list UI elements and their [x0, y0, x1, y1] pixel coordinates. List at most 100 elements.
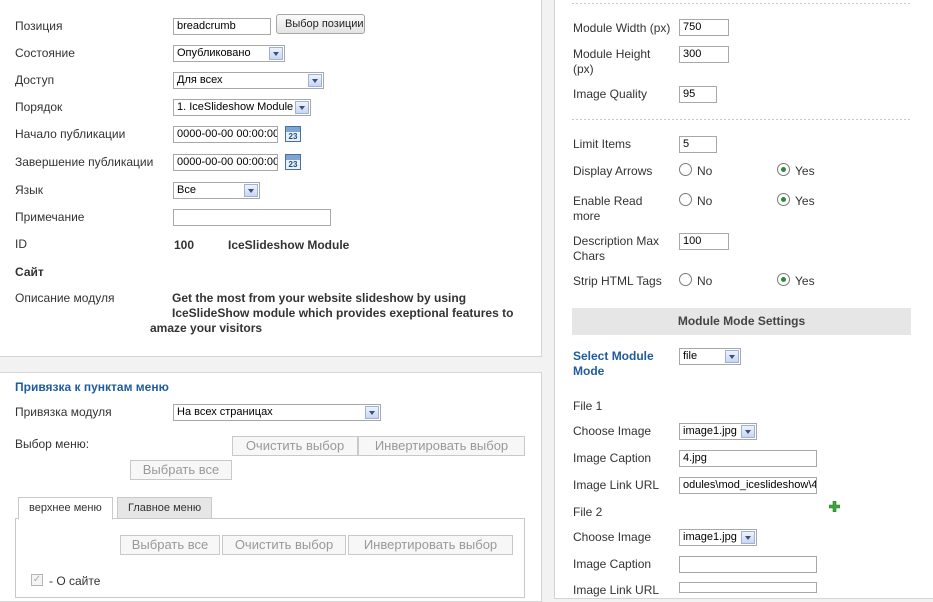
state-select-value: Опубликовано: [177, 47, 251, 59]
limit-items-input[interactable]: 5: [679, 136, 717, 153]
note-input[interactable]: [173, 209, 331, 226]
clear-selection-button[interactable]: Очистить выбор: [232, 436, 358, 456]
description-max-chars-label-2: Chars: [573, 249, 606, 263]
menu-assignment-title: Привязка к пунктам меню: [15, 380, 169, 394]
chevron-down-icon: [295, 101, 309, 114]
access-label: Доступ: [15, 73, 55, 87]
select-menu-label: Выбор меню:: [15, 437, 90, 451]
strip-html-no-label: No: [697, 274, 713, 288]
display-arrows-yes-label: Yes: [795, 164, 815, 178]
limit-items-label: Limit Items: [573, 137, 632, 151]
file-2-choose-image-label: Choose Image: [573, 530, 652, 544]
display-arrows-no-label: No: [697, 164, 713, 178]
description-line-2: IceSlideShow module which provides exept…: [172, 306, 514, 320]
description-label: Описание модуля: [15, 291, 115, 305]
chevron-down-icon: [741, 425, 755, 438]
calendar-icon[interactable]: 23: [285, 154, 301, 170]
strip-html-yes-label: Yes: [795, 274, 815, 288]
plus-icon: [828, 500, 841, 513]
order-select[interactable]: 1. IceSlideshow Module: [173, 99, 311, 116]
select-module-mode-label: Select Module: [573, 349, 654, 363]
language-select-value: Все: [177, 184, 196, 196]
module-width-input[interactable]: 750: [679, 19, 729, 36]
module-name: IceSlideshow Module: [228, 238, 350, 252]
divider: [572, 119, 910, 120]
invert-selection-button[interactable]: Инвертировать выбор: [358, 436, 525, 456]
module-height-label-unit: (px): [573, 62, 594, 76]
file-2-image-link-label: Image Link URL: [573, 583, 660, 597]
state-label: Состояние: [15, 46, 75, 60]
tab-main-menu[interactable]: Главное меню: [117, 497, 213, 519]
module-binding-label: Привязка модуля: [15, 405, 112, 419]
select-position-button[interactable]: Выбор позиции: [276, 14, 365, 34]
strip-html-no-radio[interactable]: [679, 273, 692, 286]
file-1-choose-image-label: Choose Image: [573, 424, 652, 438]
site-label: Сайт: [15, 265, 44, 279]
publish-start-label: Начало публикации: [15, 127, 126, 141]
description-line-3: amaze your visitors: [150, 321, 263, 335]
position-input[interactable]: breadcrumb: [173, 18, 271, 35]
module-mode-settings-header[interactable]: Module Mode Settings: [572, 308, 911, 335]
tab-invert-selection-button[interactable]: Инвертировать выбор: [348, 535, 513, 555]
state-select[interactable]: Опубликовано: [173, 45, 285, 62]
order-select-value: 1. IceSlideshow Module: [177, 101, 294, 113]
enable-read-more-yes-radio[interactable]: [777, 193, 790, 206]
chevron-down-icon: [725, 350, 739, 363]
add-file-icon[interactable]: [828, 500, 841, 513]
display-arrows-yes-radio[interactable]: [777, 163, 790, 176]
file-1-image-value: image1.jpg: [683, 425, 737, 437]
description-max-chars-label: Description Max: [573, 234, 660, 248]
publish-end-input[interactable]: 0000-00-00 00:00:00: [173, 154, 278, 171]
display-arrows-label: Display Arrows: [573, 164, 653, 178]
module-height-input[interactable]: 300: [679, 46, 729, 63]
tab-top-menu[interactable]: верхнее меню: [18, 497, 113, 520]
publish-end-label: Завершение публикации: [15, 155, 154, 169]
module-height-label: Module Height: [573, 47, 651, 61]
menu-item-checkbox[interactable]: ✓: [31, 574, 43, 586]
language-select[interactable]: Все: [173, 182, 260, 199]
id-label: ID: [15, 237, 27, 251]
language-label: Язык: [15, 183, 44, 197]
file-1-image-caption-input[interactable]: 4.jpg: [679, 450, 817, 467]
access-select[interactable]: Для всех: [173, 72, 324, 89]
tab-clear-selection-button[interactable]: Очистить выбор: [222, 535, 346, 555]
file-2-image-caption-input[interactable]: [679, 556, 817, 573]
enable-read-more-no-label: No: [697, 194, 713, 208]
enable-read-more-no-radio[interactable]: [679, 193, 692, 206]
file-1-label: File 1: [573, 399, 603, 413]
strip-html-yes-radio[interactable]: [777, 273, 790, 286]
id-value: 100: [174, 238, 195, 252]
image-quality-input[interactable]: 95: [679, 86, 717, 103]
select-all-button[interactable]: Выбрать все: [130, 460, 232, 480]
file-1-image-caption-label: Image Caption: [573, 451, 652, 465]
publish-start-input[interactable]: 0000-00-00 00:00:00: [173, 126, 278, 143]
order-label: Порядок: [15, 100, 63, 114]
strip-html-tags-label: Strip HTML Tags: [573, 274, 662, 288]
access-select-value: Для всех: [177, 74, 223, 86]
file-2-image-link-input[interactable]: [679, 582, 817, 593]
description-max-chars-input[interactable]: 100: [679, 233, 729, 250]
file-2-image-select[interactable]: image1.jpg: [679, 529, 757, 546]
module-mode-value: file: [683, 350, 698, 362]
display-arrows-no-radio[interactable]: [679, 163, 692, 176]
tab-select-all-button[interactable]: Выбрать все: [120, 535, 220, 555]
calendar-icon[interactable]: 23: [285, 126, 301, 142]
module-binding-value: На всех страницах: [177, 406, 273, 418]
file-1-image-select[interactable]: image1.jpg: [679, 423, 757, 440]
enable-read-more-label: Enable Read: [573, 194, 643, 208]
module-mode-select[interactable]: file: [679, 348, 741, 365]
note-label: Примечание: [15, 210, 85, 224]
chevron-down-icon: [365, 406, 379, 419]
chevron-down-icon: [308, 74, 322, 87]
file-1-image-link-input[interactable]: odules\mod_iceslideshow\4.jp: [679, 477, 817, 494]
enable-read-more-yes-label: Yes: [795, 194, 815, 208]
chevron-down-icon: [741, 531, 755, 544]
file-2-image-value: image1.jpg: [683, 531, 737, 543]
select-module-mode-label-2: Mode: [573, 364, 605, 378]
module-width-label: Module Width (px): [573, 21, 671, 35]
image-quality-label: Image Quality: [573, 87, 648, 101]
chevron-down-icon: [269, 47, 283, 60]
module-binding-select[interactable]: На всех страницах: [173, 404, 381, 421]
enable-read-more-label-2: more: [573, 209, 601, 223]
chevron-down-icon: [244, 184, 258, 197]
